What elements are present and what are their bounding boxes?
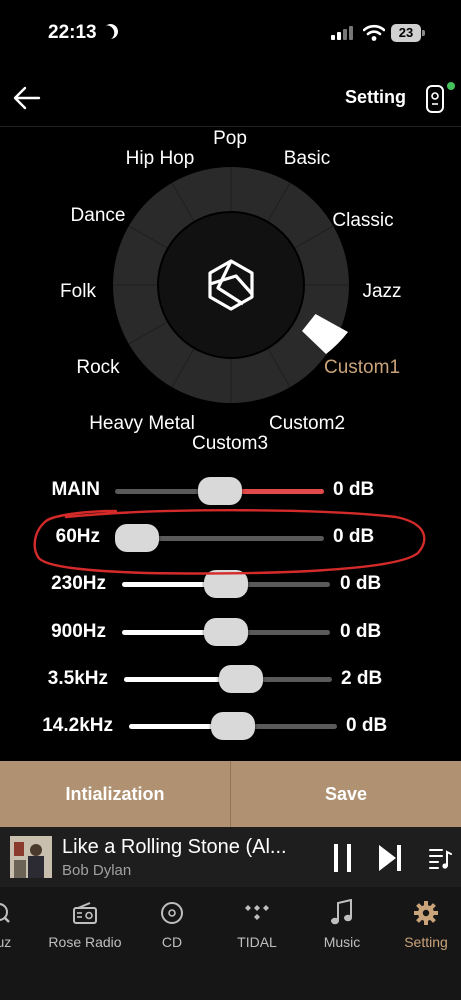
header-divider [0, 126, 461, 127]
band-value-900hz: 0 dB [340, 621, 382, 642]
wifi-icon [363, 24, 385, 41]
album-art-image [10, 836, 52, 878]
band-value-14-2khz: 0 dB [346, 715, 388, 736]
radio-icon [73, 902, 97, 924]
remote-control-icon[interactable] [424, 84, 446, 114]
tab-label-music: Music [323, 934, 361, 950]
now-playing-title[interactable]: Like a Rolling Stone (Al... [62, 836, 287, 859]
band-value-3-5khz: 2 dB [341, 668, 383, 689]
slider-knob[interactable] [219, 665, 264, 693]
band-slider-14-2khz[interactable] [129, 712, 337, 740]
gear-icon [414, 901, 438, 925]
band-label-3-5khz: 3.5kHz [47, 668, 108, 689]
back-arrow-icon[interactable] [12, 84, 42, 112]
tab-label-rose-radio: Rose Radio [48, 934, 122, 950]
band-slider-230hz[interactable] [122, 570, 330, 598]
preset-basic[interactable]: Basic [284, 148, 330, 170]
preset-classic[interactable]: Classic [332, 210, 393, 232]
music-note-icon [331, 899, 352, 925]
band-slider-3-5khz[interactable] [124, 665, 332, 693]
band-label-main: MAIN [51, 479, 100, 500]
tab-setting[interactable]: Setting [386, 898, 461, 950]
cd-icon [161, 902, 183, 924]
now-playing-artist: Bob Dylan [62, 862, 132, 879]
preset-dance[interactable]: Dance [71, 205, 126, 227]
band-label-900hz: 900Hz [51, 621, 106, 642]
pause-icon[interactable] [332, 844, 354, 872]
tab-cd[interactable]: CD [132, 898, 212, 950]
save-button[interactable]: Save [231, 761, 461, 827]
album-art[interactable] [10, 836, 52, 878]
qobuz-icon [0, 903, 10, 923]
preset-hiphop[interactable]: Hip Hop [126, 148, 195, 170]
next-track-icon[interactable] [378, 844, 402, 872]
tab-music[interactable]: Music [302, 898, 382, 950]
page-title: Setting [345, 87, 406, 107]
button-divider [230, 761, 231, 827]
preset-jazz[interactable]: Jazz [362, 281, 401, 303]
band-slider-900hz[interactable] [122, 618, 330, 646]
preset-custom2[interactable]: Custom2 [269, 413, 345, 435]
band-value-main: 0 dB [333, 479, 375, 500]
preset-custom1[interactable]: Custom1 [324, 357, 400, 379]
cellular-signal-icon [331, 26, 355, 40]
tab-rose-radio[interactable]: Rose Radio [45, 898, 125, 950]
battery-tip [422, 30, 425, 36]
preset-heavy-metal[interactable]: Heavy Metal [89, 413, 195, 435]
preset-pop[interactable]: Pop [213, 128, 247, 150]
tab-label-tidal: TIDAL [237, 934, 277, 950]
status-time: 22:13 [48, 22, 97, 43]
tab-label-qobuz: ouz [0, 934, 12, 950]
red-annotation-ellipse [33, 509, 426, 575]
tab-tidal[interactable]: TIDAL [217, 898, 297, 950]
slider-knob[interactable] [204, 618, 248, 646]
preset-rock[interactable]: Rock [76, 357, 119, 379]
band-label-14-2khz: 14.2kHz [42, 715, 113, 736]
battery-indicator: 23 [391, 24, 421, 42]
initialization-button[interactable]: Intialization [0, 761, 230, 827]
connection-status-dot [447, 82, 455, 90]
slider-knob[interactable] [211, 712, 255, 740]
tab-label-setting: Setting [404, 934, 448, 950]
tab-qobuz[interactable]: ouz [0, 898, 40, 950]
tidal-icon [245, 905, 269, 920]
slider-knob[interactable] [197, 477, 242, 505]
preset-custom3[interactable]: Custom3 [192, 433, 268, 455]
do-not-disturb-icon [101, 22, 120, 41]
band-slider-main[interactable] [115, 477, 324, 505]
tab-label-cd: CD [161, 934, 183, 950]
eq-preset-dial[interactable] [112, 166, 350, 404]
preset-folk[interactable]: Folk [60, 281, 96, 303]
playlist-icon[interactable] [428, 846, 452, 870]
